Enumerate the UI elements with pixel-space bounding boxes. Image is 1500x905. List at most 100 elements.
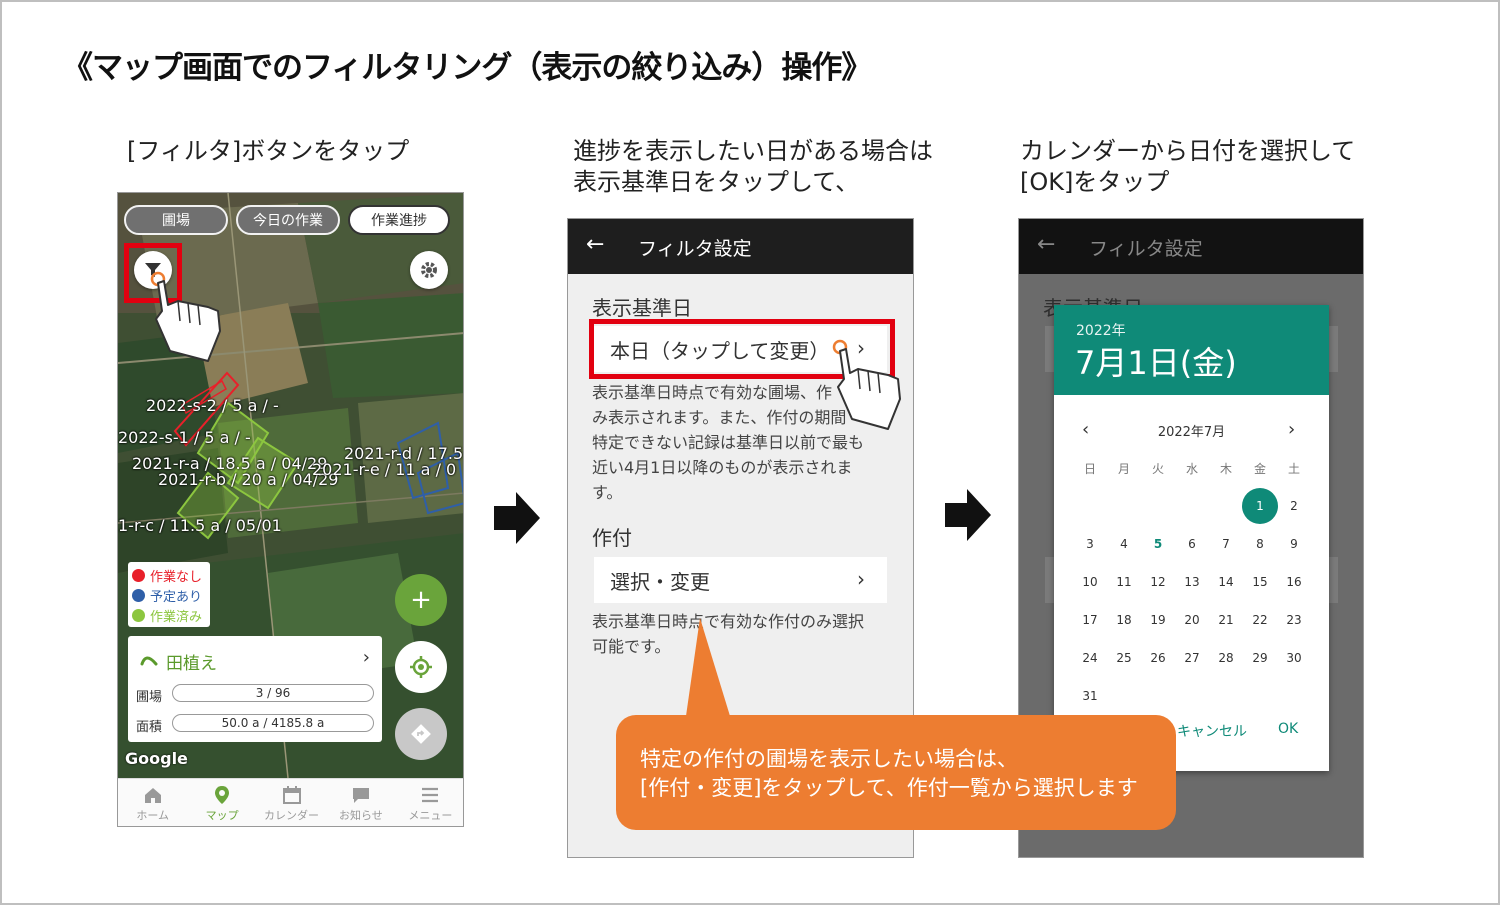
weekday-label: 火 (1151, 461, 1164, 476)
calendar-day[interactable]: 16 (1277, 565, 1311, 599)
chevron-left-icon[interactable]: ‹ (1082, 419, 1089, 440)
calendar-day[interactable]: 8 (1243, 527, 1277, 561)
nav-news[interactable]: お知らせ (326, 779, 395, 826)
field-label: 1-r-c / 11.5 a / 05/01 (118, 516, 282, 535)
menu-icon (422, 787, 439, 802)
step1-caption: [フィルタ]ボタンをタップ (127, 136, 409, 167)
nav-menu[interactable]: メニュー (396, 779, 463, 826)
calendar-day[interactable]: 30 (1277, 641, 1311, 675)
calendar-day[interactable]: 31 (1073, 679, 1107, 713)
help-line: す。 (592, 483, 623, 502)
calendar-day[interactable]: 5 (1141, 527, 1175, 561)
legend-label: 作業なし (150, 569, 203, 585)
nav-map[interactable]: マップ (187, 779, 256, 826)
crop-help: 表示基準日時点で有効な作付のみ選択 可能です。 (592, 609, 892, 659)
calendar-day[interactable]: 28 (1209, 641, 1243, 675)
cancel-button[interactable]: キャンセル (1177, 721, 1247, 741)
add-button[interactable]: + (395, 574, 447, 626)
calendar-day[interactable]: 12 (1141, 565, 1175, 599)
legend-item: 作業済み (132, 605, 206, 625)
calendar-day[interactable]: 14 (1209, 565, 1243, 599)
blue-dot-icon (132, 588, 145, 602)
tab-fields[interactable]: 圃場 (124, 205, 228, 235)
app-bar: ← フィルタ設定 (568, 219, 913, 274)
nav-label: メニュー (408, 808, 453, 822)
screen-title: フィルタ設定 (638, 238, 752, 260)
gear-icon (421, 262, 437, 278)
google-logo: Google (125, 749, 188, 768)
field-label: 2022-s-2 / 5 a / - (146, 396, 279, 415)
plus-icon: + (410, 585, 432, 615)
nav-home[interactable]: ホーム (118, 779, 187, 826)
callout-line2: [作付・変更]をタップして、作付一覧から選択します (640, 776, 1138, 800)
tab-work-progress[interactable]: 作業進捗 (348, 205, 450, 235)
calendar-day[interactable]: 27 (1175, 641, 1209, 675)
red-dot-icon (132, 568, 145, 582)
step-arrow-icon (945, 489, 991, 541)
bottom-nav: ホーム マップ カレンダー お知らせ メニュー (118, 778, 463, 826)
legend-item: 作業なし (132, 565, 206, 585)
callout-line1: 特定の作付の圃場を表示したい場合は、 (640, 747, 1018, 771)
calendar-day[interactable]: 9 (1277, 527, 1311, 561)
tap-hand-icon (832, 339, 901, 430)
calendar-day[interactable]: 6 (1175, 527, 1209, 561)
crop-selector[interactable]: 選択・変更 › (594, 557, 887, 603)
picker-year[interactable]: 2022年 (1076, 320, 1126, 340)
card-title: 田植え (166, 654, 217, 674)
back-arrow-icon: ← (1037, 232, 1056, 257)
calendar-day[interactable]: 2 (1277, 489, 1311, 523)
crop-heading: 作付 (592, 526, 632, 550)
app-bar: ← フィルタ設定 (1019, 219, 1363, 274)
calendar-day[interactable]: 15 (1243, 565, 1277, 599)
calendar-day[interactable]: 3 (1073, 527, 1107, 561)
calendar-day[interactable]: 29 (1243, 641, 1277, 675)
calendar-day[interactable]: 11 (1107, 565, 1141, 599)
locate-icon (410, 656, 432, 678)
calendar-day[interactable]: 13 (1175, 565, 1209, 599)
weekday-label: 金 (1253, 461, 1266, 476)
calendar-day[interactable]: 1 (1242, 488, 1278, 524)
weekday-label: 土 (1287, 461, 1300, 476)
locate-button[interactable] (395, 641, 447, 693)
calendar-day[interactable]: 21 (1209, 603, 1243, 637)
step3-caption-line1: カレンダーから日付を選択して (1020, 137, 1356, 165)
calendar-day[interactable]: 22 (1243, 603, 1277, 637)
calendar-day[interactable]: 24 (1073, 641, 1107, 675)
settings-button[interactable] (410, 251, 448, 289)
fields-progress-value: 3 / 96 (255, 686, 291, 700)
calendar-day[interactable]: 17 (1073, 603, 1107, 637)
step3-caption-line2: [OK]をタップ (1020, 168, 1170, 196)
help-line: 表示基準日時点で有効な作付のみ選択 (592, 612, 865, 631)
back-arrow-icon[interactable]: ← (586, 232, 604, 257)
nav-calendar[interactable]: カレンダー (257, 779, 326, 826)
directions-button[interactable] (395, 708, 447, 760)
weekday-label: 月 (1117, 461, 1130, 476)
nav-label: ホーム (136, 808, 170, 822)
map-pin-icon (215, 785, 230, 804)
chevron-right-icon[interactable]: › (363, 647, 370, 668)
ok-button[interactable]: OK (1278, 721, 1298, 737)
legend-item: 予定あり (132, 585, 206, 605)
calendar-day[interactable]: 7 (1209, 527, 1243, 561)
help-line: 近い4月1日以降のものが表示されま (592, 458, 853, 477)
calendar-day[interactable]: 4 (1107, 527, 1141, 561)
calendar-day[interactable]: 23 (1277, 603, 1311, 637)
calendar-day[interactable]: 19 (1141, 603, 1175, 637)
calendar-day[interactable]: 18 (1107, 603, 1141, 637)
area-progress: 50.0 a / 4185.8 a (172, 714, 374, 732)
calendar-day[interactable]: 25 (1107, 641, 1141, 675)
legend-label: 作業済み (150, 609, 203, 625)
chevron-right-icon: › (857, 567, 865, 591)
fields-progress: 3 / 96 (172, 684, 374, 702)
chevron-right-icon[interactable]: › (1288, 419, 1295, 440)
work-progress-card[interactable]: 田植え › 圃場 3 / 96 面積 50.0 a / 4185.8 a (128, 636, 382, 742)
calendar-day[interactable]: 10 (1073, 565, 1107, 599)
step3-caption: カレンダーから日付を選択して [OK]をタップ (1020, 136, 1355, 198)
nav-label: カレンダー (264, 808, 320, 822)
weekday-label: 木 (1219, 461, 1232, 476)
calendar-day[interactable]: 26 (1141, 641, 1175, 675)
tab-today-work[interactable]: 今日の作業 (236, 205, 340, 235)
crop-value: 選択・変更 (610, 569, 710, 594)
step2-caption-line1: 進捗を表示したい日がある場合は (573, 137, 933, 165)
calendar-day[interactable]: 20 (1175, 603, 1209, 637)
